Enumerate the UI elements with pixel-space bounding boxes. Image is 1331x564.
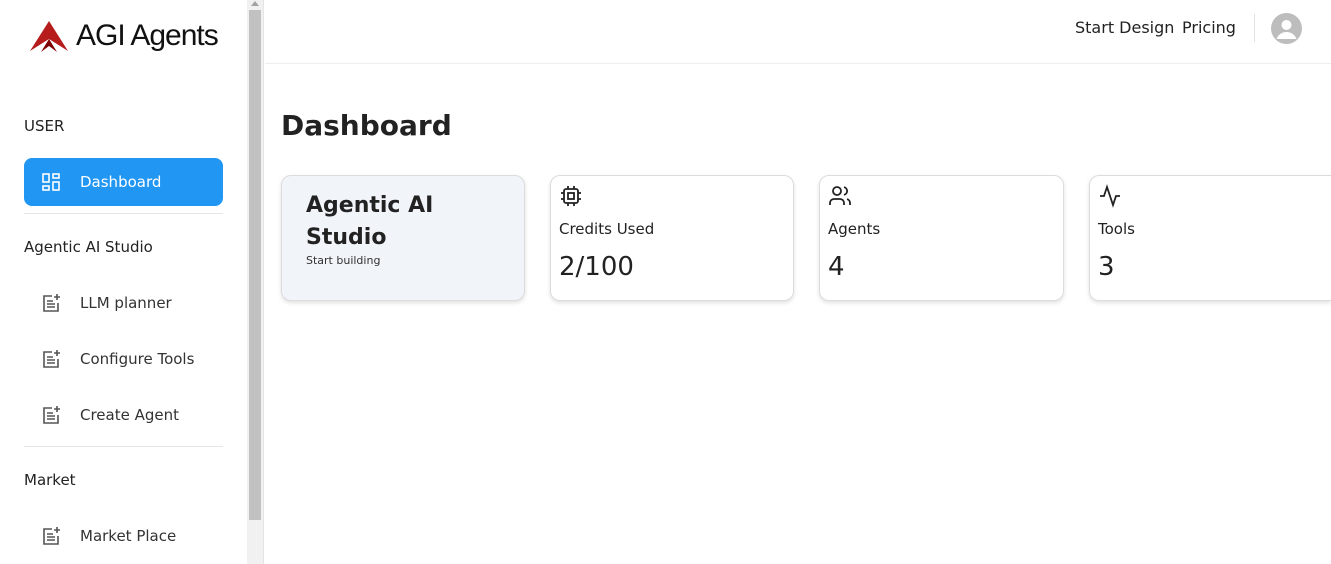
top-header: Start Design Pricing <box>265 0 1331 64</box>
dashboard-icon <box>40 171 62 193</box>
agents-card[interactable]: Agents 4 <box>819 175 1064 301</box>
sidebar-item-create-agent[interactable]: Create Agent <box>24 391 223 439</box>
logo-icon <box>30 21 68 52</box>
section-label-studio: Agentic AI Studio <box>24 238 153 256</box>
credits-used-card[interactable]: Credits Used 2/100 <box>550 175 794 301</box>
start-design-link[interactable]: Start Design <box>1075 18 1174 37</box>
sidebar-item-label: Market Place <box>80 527 177 545</box>
sidebar-item-label: Create Agent <box>80 406 180 424</box>
sidebar-item-label: LLM planner <box>80 294 172 312</box>
brand-name: AGI Agents <box>76 19 219 52</box>
post-add-icon <box>40 404 62 426</box>
stat-label: Tools <box>1098 220 1135 238</box>
stat-label: Agents <box>828 220 881 238</box>
stat-label: Credits Used <box>559 220 655 238</box>
account-circle-icon[interactable] <box>1271 13 1302 44</box>
stat-value: 4 <box>828 252 845 282</box>
page-title: Dashboard <box>281 109 452 142</box>
studio-card-subtitle: Start building <box>306 254 381 267</box>
post-add-icon <box>40 348 62 370</box>
scrollbar-thumb[interactable] <box>249 10 261 520</box>
stat-value: 3 <box>1098 252 1115 282</box>
sidebar-item-label: Dashboard <box>80 173 162 191</box>
stat-value: 2/100 <box>559 252 634 282</box>
sidebar-divider <box>24 213 223 214</box>
sidebar-scrollbar[interactable] <box>247 0 264 564</box>
sidebar-item-dashboard[interactable]: Dashboard <box>24 158 223 206</box>
post-add-icon <box>40 525 62 547</box>
sidebar-item-llm-planner[interactable]: LLM planner <box>24 279 223 327</box>
activity-icon <box>1098 184 1122 208</box>
sidebar-divider <box>24 446 223 447</box>
studio-card-title: Agentic AI Studio <box>306 193 434 250</box>
users-icon <box>828 184 852 208</box>
tools-card[interactable]: Tools 3 <box>1089 175 1331 301</box>
agentic-studio-card[interactable]: Agentic AI Studio Start building <box>281 175 525 301</box>
brand-logo[interactable]: AGI Agents <box>28 18 219 54</box>
post-add-icon <box>40 292 62 314</box>
sidebar-item-market-place[interactable]: Market Place <box>24 512 223 560</box>
cpu-chip-icon <box>559 184 583 208</box>
section-label-market: Market <box>24 471 76 489</box>
header-divider <box>1254 14 1255 42</box>
sidebar-item-configure-tools[interactable]: Configure Tools <box>24 335 223 383</box>
sidebar-item-label: Configure Tools <box>80 350 195 368</box>
sidebar: AGI Agents USER Dashboard Agentic AI Stu… <box>0 0 247 564</box>
section-label-user: USER <box>24 117 65 135</box>
pricing-link[interactable]: Pricing <box>1182 18 1236 37</box>
scroll-up-arrow-icon[interactable] <box>251 1 259 6</box>
